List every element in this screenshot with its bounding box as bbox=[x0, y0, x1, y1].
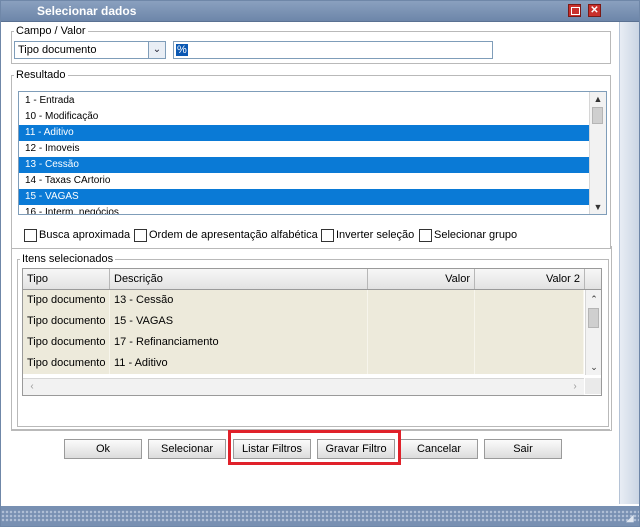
list-item[interactable]: 10 - Modificação bbox=[19, 109, 590, 125]
cell-descricao: 15 - VAGAS bbox=[110, 311, 368, 332]
checkbox-box[interactable] bbox=[321, 229, 334, 242]
selecionar-button[interactable]: Selecionar bbox=[148, 439, 226, 459]
cell-descricao: 17 - Refinanciamento bbox=[110, 332, 368, 353]
maximize-icon bbox=[571, 7, 580, 15]
cell-tipo: Tipo documento bbox=[23, 353, 110, 374]
table-row[interactable]: Tipo documento 15 - VAGAS bbox=[23, 311, 584, 332]
column-header-tipo[interactable]: Tipo bbox=[23, 269, 110, 289]
title-bar[interactable]: Selecionar dados ✕ bbox=[1, 1, 639, 22]
scroll-down-icon[interactable]: ▼ bbox=[590, 200, 606, 214]
window-bottom-border: ◢ bbox=[1, 506, 639, 526]
scroll-left-icon[interactable]: ‹ bbox=[25, 379, 39, 395]
cell-valor bbox=[368, 311, 475, 332]
highlight-box bbox=[228, 430, 401, 465]
checkbox-box[interactable] bbox=[419, 229, 432, 242]
chevron-down-icon[interactable]: ⌄ bbox=[148, 42, 165, 58]
list-item[interactable]: 1 - Entrada bbox=[19, 93, 590, 109]
column-header-valor[interactable]: Valor bbox=[368, 269, 475, 289]
checkbox-label: Inverter seleção bbox=[336, 229, 415, 241]
sair-button[interactable]: Sair bbox=[484, 439, 562, 459]
cell-valor-2 bbox=[475, 311, 584, 332]
close-icon: ✕ bbox=[590, 5, 599, 16]
cell-descricao: 13 - Cessão bbox=[110, 290, 368, 311]
close-button[interactable]: ✕ bbox=[588, 4, 601, 17]
cell-valor bbox=[368, 290, 475, 311]
campo-select-value: Tipo documento bbox=[18, 44, 97, 56]
list-scrollbar[interactable]: ▲ ▼ bbox=[589, 92, 606, 214]
window-right-border bbox=[619, 22, 639, 504]
cell-valor-2 bbox=[475, 290, 584, 311]
grid-horizontal-scrollbar[interactable]: ‹ › bbox=[23, 378, 584, 395]
itens-grid[interactable]: Tipo Descrição Valor Valor 2 Tipo docume… bbox=[22, 268, 602, 396]
list-item[interactable]: 16 - Interm. negócios bbox=[19, 205, 590, 214]
valor-input[interactable]: % bbox=[173, 41, 493, 59]
campo-valor-legend: Campo / Valor bbox=[16, 25, 86, 37]
campo-select[interactable]: Tipo documento ⌄ bbox=[14, 41, 166, 59]
scroll-right-icon[interactable]: › bbox=[568, 379, 582, 395]
list-item[interactable]: 15 - VAGAS bbox=[19, 189, 590, 205]
itens-selecionados-legend: Itens selecionados bbox=[22, 253, 114, 265]
cell-valor bbox=[368, 332, 475, 353]
scroll-up-icon[interactable]: ⌃ bbox=[586, 292, 601, 306]
checkbox-label: Ordem de apresentação alfabética bbox=[149, 229, 318, 241]
grip-pattern bbox=[1, 510, 639, 522]
valor-input-value: % bbox=[176, 44, 188, 56]
selecionar-dados-window: Selecionar dados ✕ Campo / Valor Tipo do… bbox=[0, 0, 640, 527]
column-header-valor-2[interactable]: Valor 2 bbox=[475, 269, 585, 289]
window-title: Selecionar dados bbox=[37, 4, 137, 18]
resultado-legend: Resultado bbox=[16, 69, 66, 81]
cancelar-button[interactable]: Cancelar bbox=[400, 439, 478, 459]
cell-valor-2 bbox=[475, 353, 584, 374]
checkbox-label: Busca aproximada bbox=[39, 229, 131, 241]
grid-vertical-scrollbar[interactable]: ⌃ ⌄ bbox=[585, 290, 601, 375]
table-row[interactable]: Tipo documento 11 - Aditivo bbox=[23, 353, 584, 374]
column-header-descricao[interactable]: Descrição bbox=[110, 269, 368, 289]
cell-tipo: Tipo documento bbox=[23, 290, 110, 311]
table-row[interactable]: Tipo documento 13 - Cessão bbox=[23, 290, 584, 311]
cell-valor-2 bbox=[475, 332, 584, 353]
cell-descricao: 11 - Aditivo bbox=[110, 353, 368, 374]
grid-header: Tipo Descrição Valor Valor 2 bbox=[23, 269, 601, 290]
grid-scroll-thumb[interactable] bbox=[588, 308, 599, 328]
ok-button[interactable]: Ok bbox=[64, 439, 142, 459]
checkbox-box[interactable] bbox=[134, 229, 147, 242]
cell-tipo: Tipo documento bbox=[23, 311, 110, 332]
list-item[interactable]: 13 - Cessão bbox=[19, 157, 590, 173]
cell-valor bbox=[368, 353, 475, 374]
resize-grip-icon[interactable]: ◢ bbox=[626, 513, 636, 524]
resultado-list[interactable]: 1 - Entrada 10 - Modificação 11 - Aditiv… bbox=[18, 91, 607, 215]
list-item[interactable]: 14 - Taxas CArtorio bbox=[19, 173, 590, 189]
checkbox-label: Selecionar grupo bbox=[434, 229, 518, 241]
list-scroll-thumb[interactable] bbox=[592, 107, 603, 124]
maximize-button[interactable] bbox=[568, 4, 581, 17]
cell-tipo: Tipo documento bbox=[23, 332, 110, 353]
list-item[interactable]: 12 - Imoveis bbox=[19, 141, 590, 157]
list-item[interactable]: 11 - Aditivo bbox=[19, 125, 590, 141]
scroll-down-icon[interactable]: ⌄ bbox=[586, 360, 601, 374]
scroll-corner bbox=[585, 378, 601, 394]
scroll-up-icon[interactable]: ▲ bbox=[590, 92, 606, 106]
checkbox-box[interactable] bbox=[24, 229, 37, 242]
table-row[interactable]: Tipo documento 17 - Refinanciamento bbox=[23, 332, 584, 353]
